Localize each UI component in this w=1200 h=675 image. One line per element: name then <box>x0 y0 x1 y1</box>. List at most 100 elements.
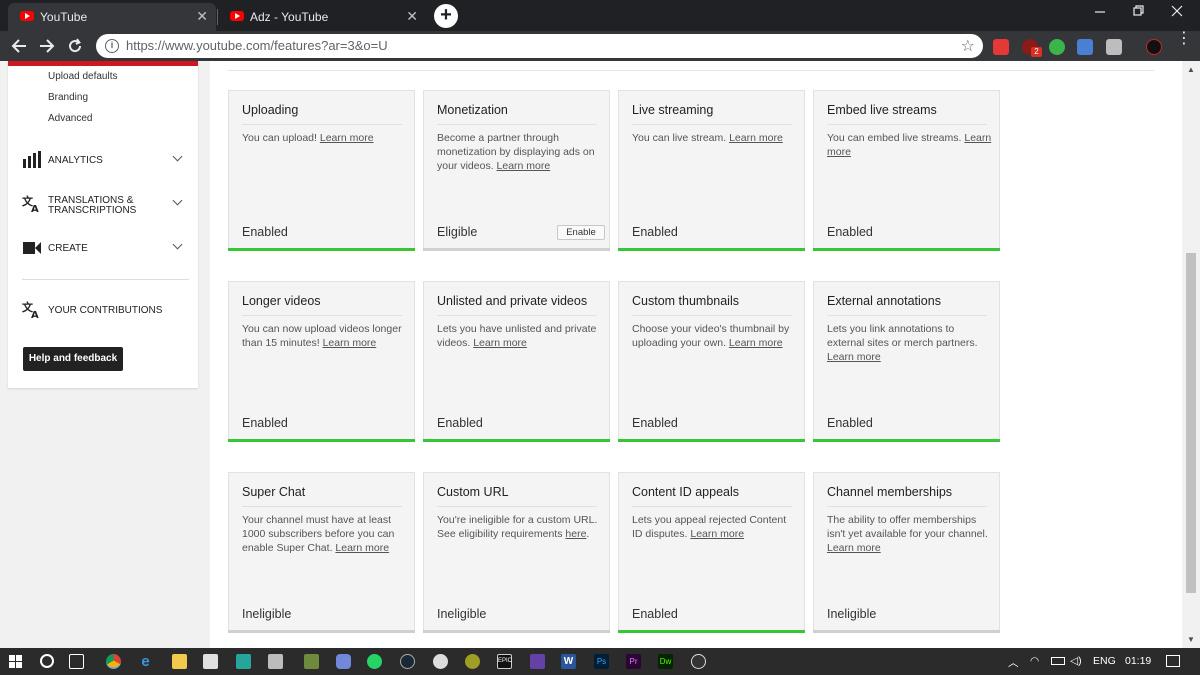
feature-description: Lets you appeal rejected Content ID disp… <box>632 513 797 541</box>
scroll-down-icon[interactable]: ▼ <box>1187 635 1195 644</box>
close-window-icon[interactable] <box>1162 4 1192 20</box>
minecraft-icon[interactable] <box>304 654 319 669</box>
close-tab-icon[interactable]: ✕ <box>406 8 418 24</box>
back-icon[interactable] <box>8 35 30 60</box>
language-indicator[interactable]: ENG <box>1093 655 1116 667</box>
tab-adz-youtube[interactable]: Adz - YouTube ✕ <box>218 3 426 31</box>
sidebar-item-advanced[interactable]: Advanced <box>48 113 92 124</box>
learn-more-link[interactable]: Learn more <box>320 132 374 144</box>
discord-icon[interactable] <box>336 654 351 669</box>
whatsapp-icon[interactable] <box>367 654 382 669</box>
chrome-icon[interactable] <box>106 654 121 669</box>
sidebar-section-analytics[interactable]: ANALYTICS <box>22 149 192 173</box>
premiere-icon[interactable]: Pr <box>626 654 641 669</box>
learn-more-link[interactable]: here <box>565 528 586 540</box>
feature-title: Monetization <box>437 103 508 117</box>
app-icon[interactable] <box>433 654 448 669</box>
learn-more-link[interactable]: Learn more <box>335 542 389 554</box>
address-bar[interactable]: i https://www.youtube.com/features?ar=3&… <box>96 34 983 58</box>
chevron-down-icon[interactable] <box>172 239 183 250</box>
obs-icon[interactable] <box>691 654 706 669</box>
site-info-icon[interactable]: i <box>105 39 119 53</box>
tab-youtube[interactable]: YouTube ✕ <box>8 3 216 31</box>
twitch-icon[interactable] <box>530 654 545 669</box>
learn-more-link[interactable]: Learn more <box>827 351 881 363</box>
word-icon[interactable]: W <box>561 654 576 669</box>
close-tab-icon[interactable]: ✕ <box>196 8 208 24</box>
sidebar-item-branding[interactable]: Branding <box>48 92 88 103</box>
bookmark-star-icon[interactable]: ☆ <box>961 36 975 56</box>
start-icon[interactable] <box>9 655 23 669</box>
browser-menu-icon[interactable]: ⋮ <box>1176 31 1192 47</box>
sidebar-section-create[interactable]: CREATE <box>22 237 192 261</box>
help-and-feedback-button[interactable]: Help and feedback <box>23 347 123 371</box>
feature-status: Enabled <box>242 225 288 239</box>
scrollbar-thumb[interactable] <box>1186 253 1196 593</box>
explorer-icon[interactable] <box>172 654 187 669</box>
learn-more-link[interactable]: Learn more <box>323 337 377 349</box>
page-scrollbar[interactable]: ▲ ▼ <box>1182 61 1200 648</box>
task-view-icon[interactable] <box>69 654 84 669</box>
mail-icon[interactable] <box>268 654 283 669</box>
close-glyph <box>1171 5 1183 17</box>
learn-more-link[interactable]: Learn more <box>827 542 881 554</box>
tab-title: YouTube <box>40 10 88 24</box>
feature-status: Enabled <box>827 225 873 239</box>
url-text[interactable]: https://www.youtube.com/features?ar=3&o=… <box>126 38 388 53</box>
new-tab-button[interactable]: + <box>434 4 458 28</box>
feature-status: Ineligible <box>827 607 877 621</box>
feature-description-text: You can upload! <box>242 132 320 144</box>
feature-description: Lets you have unlisted and private video… <box>437 322 602 350</box>
learn-more-link[interactable]: Learn more <box>690 528 744 540</box>
feature-status: Ineligible <box>437 607 487 621</box>
wifi-icon[interactable]: ◠ <box>1030 655 1039 667</box>
scroll-up-icon[interactable]: ▲ <box>1187 65 1195 74</box>
reload-icon[interactable] <box>64 35 86 60</box>
feature-card: Custom thumbnails Choose your video's thu… <box>618 281 805 442</box>
sidebar-section-label: ANALYTICS <box>48 155 103 166</box>
search-circle-icon[interactable] <box>40 654 54 668</box>
learn-more-link[interactable]: Learn more <box>497 160 551 172</box>
status-bar-disabled <box>228 630 415 633</box>
sidebar-item-upload-defaults[interactable]: Upload defaults <box>48 71 118 82</box>
minimize-glyph <box>1095 11 1105 13</box>
app-icon[interactable] <box>465 654 480 669</box>
chevron-down-icon[interactable] <box>172 151 183 162</box>
app-icon[interactable] <box>236 654 251 669</box>
learn-more-link[interactable]: Learn more <box>473 337 527 349</box>
chevron-up-icon[interactable]: ︿ <box>1008 655 1019 670</box>
steam-icon[interactable] <box>400 654 415 669</box>
dreamweaver-icon[interactable]: Dw <box>658 654 673 669</box>
volume-icon[interactable]: ◁) <box>1070 655 1082 667</box>
minimize-icon[interactable] <box>1085 2 1115 18</box>
extension-window-icon[interactable] <box>1077 39 1093 55</box>
profile-avatar-icon[interactable] <box>1146 39 1162 55</box>
notifications-icon[interactable] <box>1166 655 1180 667</box>
sidebar-section-translations[interactable]: 文 A TRANSLATIONS & TRANSCRIPTIONS <box>22 193 192 217</box>
feature-status: Enabled <box>242 416 288 430</box>
learn-more-link[interactable]: Learn more <box>729 132 783 144</box>
forward-icon[interactable] <box>36 35 58 60</box>
learn-more-link[interactable]: Learn more <box>729 337 783 349</box>
feature-title: Channel memberships <box>827 485 953 499</box>
extension-check-icon[interactable] <box>1049 39 1065 55</box>
status-bar-enabled <box>618 248 805 251</box>
restore-icon[interactable] <box>1124 4 1154 20</box>
extension-gray-icon[interactable] <box>1106 39 1122 55</box>
feature-card: Uploading You can upload! Learn more Enabl… <box>228 90 415 251</box>
enable-button[interactable]: Enable <box>557 225 605 240</box>
photoshop-icon[interactable]: Ps <box>594 654 609 669</box>
extension-red-icon[interactable] <box>993 39 1009 55</box>
epic-games-icon[interactable]: EPIC <box>497 654 512 669</box>
edge-icon[interactable]: e <box>138 654 153 669</box>
feature-title: Longer videos <box>242 294 321 308</box>
clock[interactable]: 01:19 <box>1125 655 1151 667</box>
battery-icon[interactable] <box>1051 657 1065 665</box>
feature-description: You can upload! Learn more <box>242 131 407 145</box>
svg-text:A: A <box>31 204 39 213</box>
chevron-down-icon[interactable] <box>172 195 183 206</box>
forward-arrow-glyph <box>40 39 55 53</box>
sidebar-item-contributions[interactable]: 文 A YOUR CONTRIBUTIONS <box>22 299 192 323</box>
feature-title-divider <box>242 315 402 316</box>
store-icon[interactable] <box>203 654 218 669</box>
